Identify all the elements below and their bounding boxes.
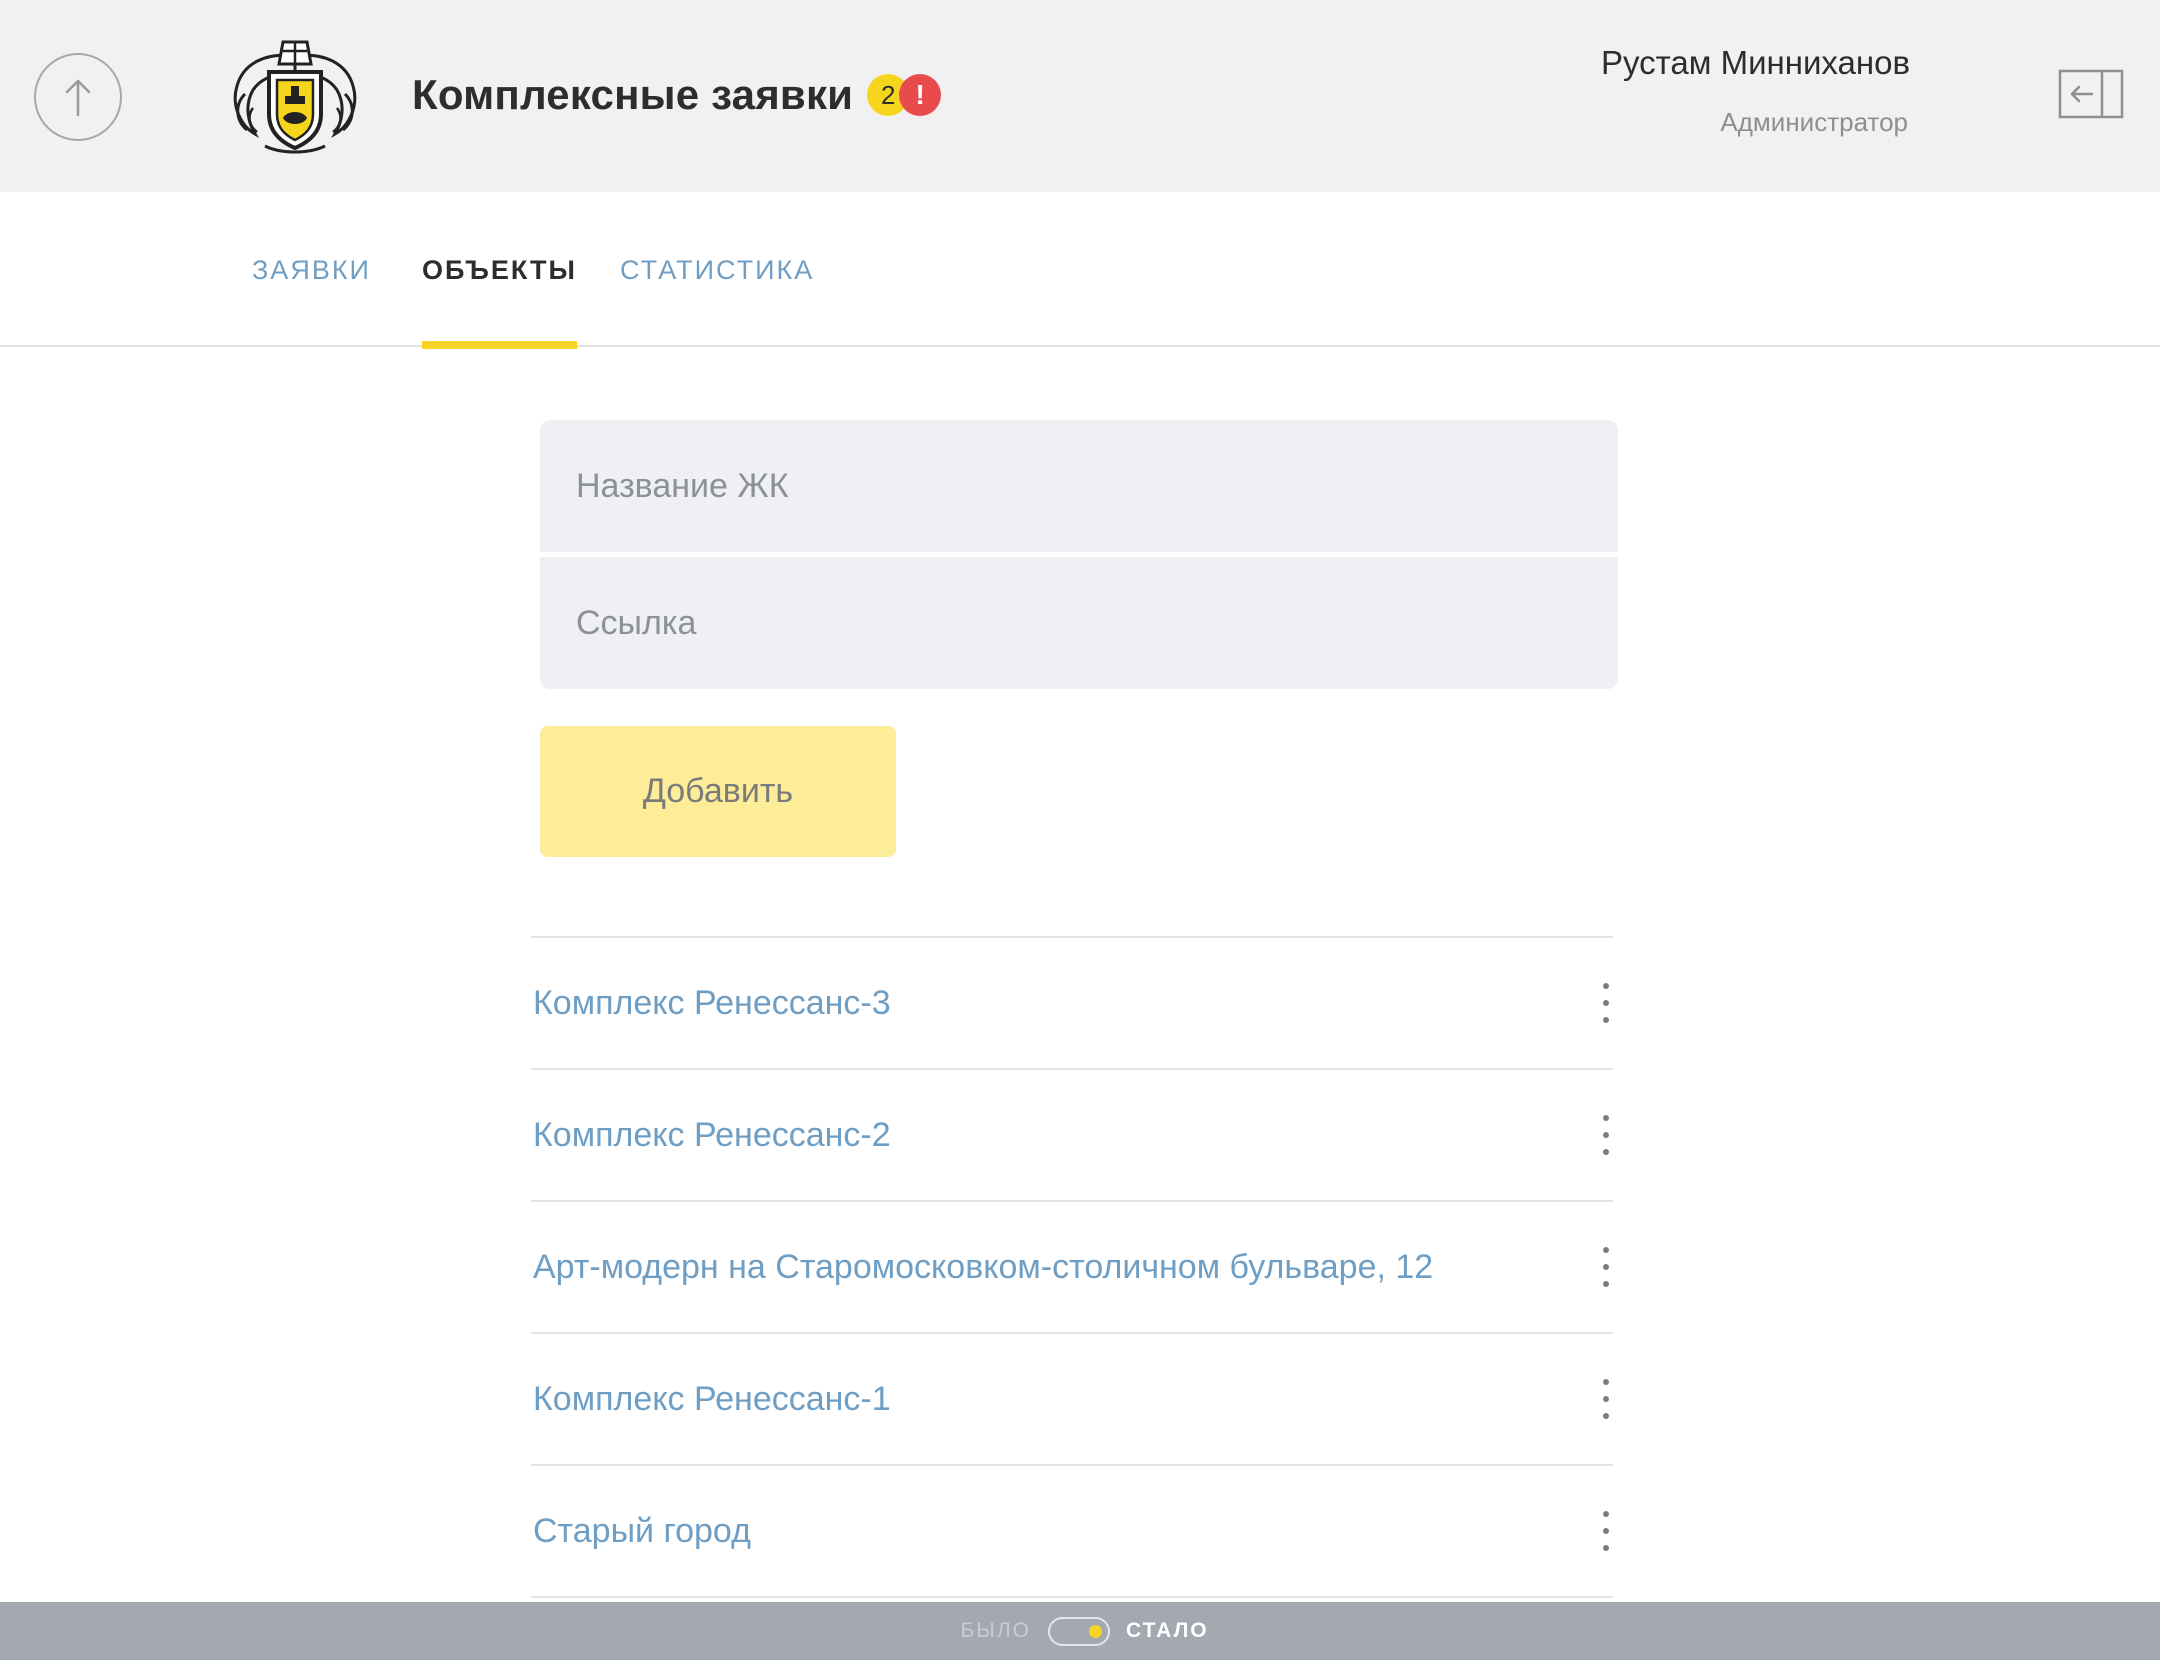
tab-objects[interactable]: ОБЪЕКТЫ: [422, 192, 577, 349]
tab-requests[interactable]: ЗАЯВКИ: [252, 192, 371, 347]
list-item[interactable]: Комплекс Ренессанс-1: [531, 1334, 1613, 1466]
logout-button[interactable]: [2058, 69, 2124, 119]
more-options-icon[interactable]: [1599, 1115, 1613, 1155]
list-item[interactable]: Арт-модерн на Старомосковком-столичном б…: [531, 1202, 1613, 1334]
list-item[interactable]: Комплекс Ренессанс-2: [531, 1070, 1613, 1202]
notification-badges[interactable]: 2 !: [867, 74, 947, 116]
arrow-up-icon: [65, 79, 91, 117]
more-options-icon[interactable]: [1599, 983, 1613, 1023]
object-name[interactable]: Комплекс Ренессанс-2: [531, 1116, 891, 1155]
before-after-toggle[interactable]: [1048, 1617, 1110, 1646]
link-input[interactable]: [540, 557, 1618, 689]
alert-badge[interactable]: !: [899, 74, 942, 116]
user-role: Администратор: [1720, 107, 1908, 137]
user-name: Рустам Минниханов: [1601, 44, 1910, 81]
list-item[interactable]: Старый город: [531, 1466, 1613, 1598]
add-button[interactable]: Добавить: [540, 726, 896, 857]
complex-name-input[interactable]: [540, 420, 1618, 552]
scroll-up-button[interactable]: [34, 53, 122, 141]
toggle-knob: [1089, 1625, 1102, 1638]
more-options-icon[interactable]: [1599, 1247, 1613, 1287]
object-list: Комплекс Ренессанс-3 Комплекс Ренессанс-…: [531, 936, 1613, 1598]
more-options-icon[interactable]: [1599, 1511, 1613, 1551]
tab-statistics[interactable]: СТАТИСТИКА: [620, 192, 814, 347]
coat-of-arms-logo: [233, 40, 357, 154]
object-name[interactable]: Старый город: [531, 1512, 751, 1551]
page-title: Комплексные заявки: [412, 71, 854, 118]
app-header: Комплексные заявки 2 ! Рустам Минниханов…: [0, 0, 2160, 192]
before-after-bar: БЫЛО СТАЛО: [0, 1602, 2160, 1660]
object-name[interactable]: Комплекс Ренессанс-3: [531, 984, 891, 1023]
list-item[interactable]: Комплекс Ренессанс-3: [531, 938, 1613, 1070]
logout-icon: [2058, 69, 2124, 119]
before-label[interactable]: БЫЛО: [961, 1602, 1032, 1660]
object-name[interactable]: Комплекс Ренессанс-1: [531, 1380, 891, 1419]
app-title-group: Комплексные заявки 2 !: [412, 64, 947, 126]
more-options-icon[interactable]: [1599, 1379, 1613, 1419]
object-name[interactable]: Арт-модерн на Старомосковком-столичном б…: [531, 1248, 1433, 1287]
tab-bar: ЗАЯВКИ ОБЪЕКТЫ СТАТИСТИКА: [0, 192, 2160, 349]
after-label[interactable]: СТАЛО: [1126, 1602, 1209, 1660]
